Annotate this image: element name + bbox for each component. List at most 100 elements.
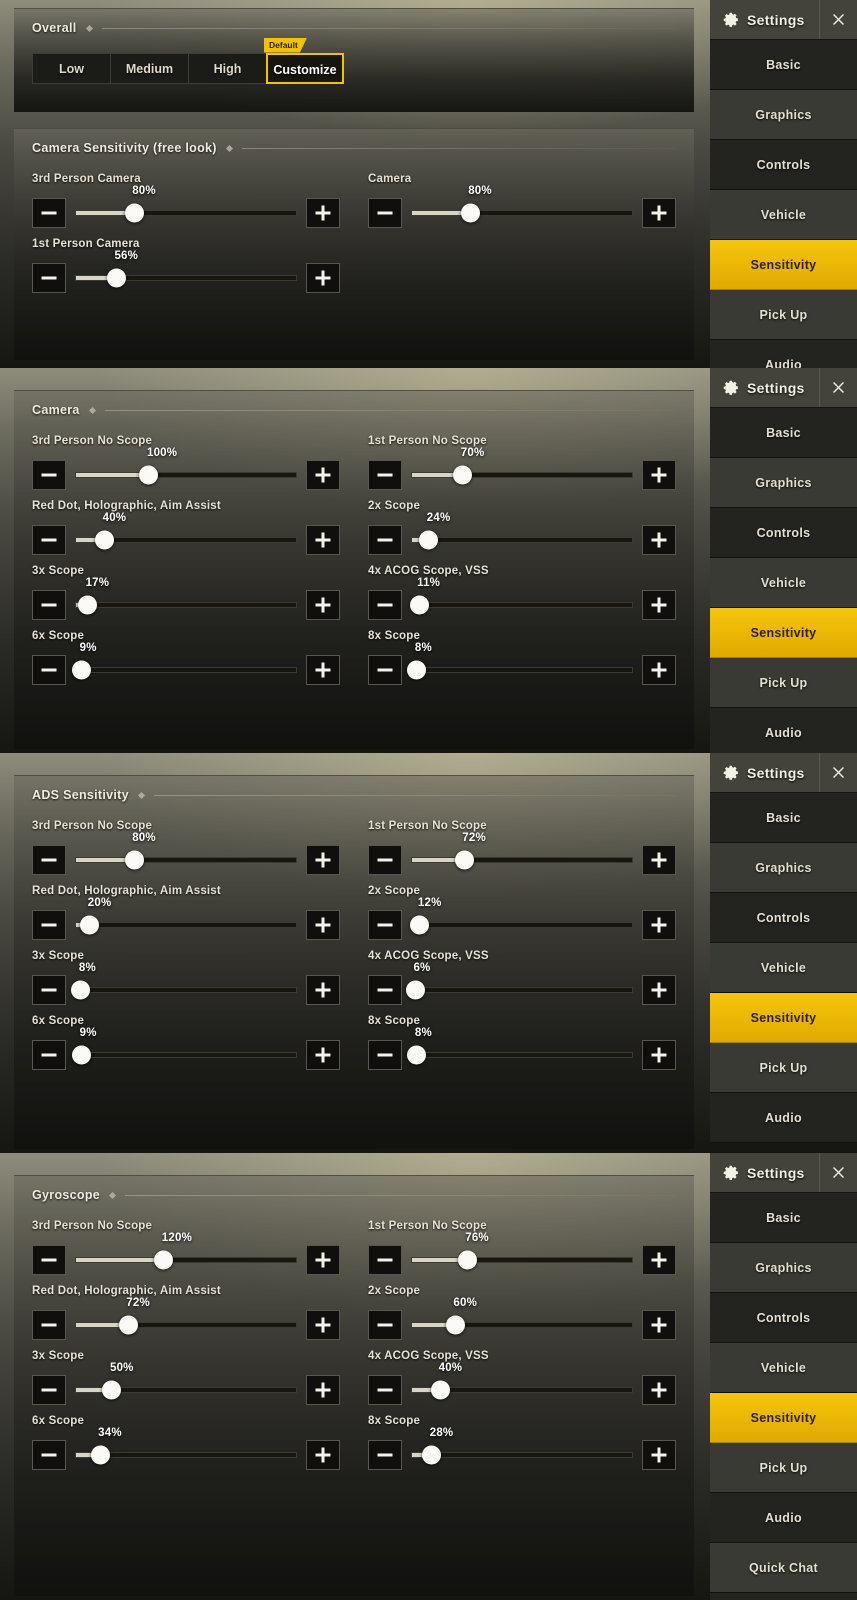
decrement-button[interactable]: [32, 460, 66, 490]
slider-track[interactable]: [411, 1322, 633, 1328]
slider[interactable]: 28%: [411, 1427, 633, 1470]
slider-thumb[interactable]: [124, 203, 144, 223]
slider[interactable]: 8%: [407, 642, 633, 685]
increment-button[interactable]: [306, 590, 340, 620]
decrement-button[interactable]: [368, 1040, 402, 1070]
slider[interactable]: 80%: [411, 185, 633, 228]
decrement-button[interactable]: [32, 1040, 66, 1070]
slider[interactable]: 80%: [75, 185, 297, 228]
sidebar-item-language[interactable]: Language: [710, 1593, 857, 1600]
slider-track[interactable]: [411, 602, 633, 608]
slider-thumb[interactable]: [453, 465, 473, 485]
slider-thumb[interactable]: [431, 1380, 451, 1400]
decrement-button[interactable]: [32, 1440, 66, 1470]
increment-button[interactable]: [306, 1040, 340, 1070]
slider-thumb[interactable]: [72, 1045, 92, 1065]
slider[interactable]: 100%: [75, 447, 297, 490]
preset-button-high[interactable]: High: [188, 53, 266, 84]
sidebar-item-controls[interactable]: Controls: [710, 140, 857, 190]
sidebar-item-controls[interactable]: Controls: [710, 508, 857, 558]
slider[interactable]: 20%: [75, 897, 297, 940]
slider[interactable]: 76%: [411, 1232, 633, 1275]
sidebar-item-basic[interactable]: Basic: [710, 793, 857, 843]
slider[interactable]: 72%: [75, 1297, 297, 1340]
decrement-button[interactable]: [32, 655, 66, 685]
slider-track[interactable]: [411, 857, 633, 863]
sidebar-item-graphics[interactable]: Graphics: [710, 458, 857, 508]
decrement-button[interactable]: [368, 1440, 402, 1470]
increment-button[interactable]: [642, 525, 676, 555]
slider-track[interactable]: [75, 857, 297, 863]
sidebar-item-pick-up[interactable]: Pick Up: [710, 1443, 857, 1493]
slider-thumb[interactable]: [419, 530, 439, 550]
slider-thumb[interactable]: [422, 1445, 442, 1465]
slider-track[interactable]: [411, 1452, 633, 1458]
sidebar-item-sensitivity[interactable]: Sensitivity: [710, 993, 857, 1043]
decrement-button[interactable]: [368, 975, 402, 1005]
sidebar-item-graphics[interactable]: Graphics: [710, 90, 857, 140]
close-button[interactable]: [819, 1153, 857, 1192]
decrement-button[interactable]: [368, 845, 402, 875]
increment-button[interactable]: [642, 198, 676, 228]
slider[interactable]: 40%: [75, 512, 297, 555]
slider-track[interactable]: [75, 210, 297, 216]
slider[interactable]: 120%: [75, 1232, 297, 1275]
sidebar-item-sensitivity[interactable]: Sensitivity: [710, 608, 857, 658]
slider[interactable]: 17%: [75, 577, 297, 620]
sidebar-item-vehicle[interactable]: Vehicle: [710, 943, 857, 993]
increment-button[interactable]: [306, 1245, 340, 1275]
slider-thumb[interactable]: [106, 268, 126, 288]
sidebar-item-basic[interactable]: Basic: [710, 1193, 857, 1243]
slider[interactable]: 12%: [410, 897, 633, 940]
slider-track[interactable]: [75, 472, 297, 478]
sidebar-item-audio[interactable]: Audio: [710, 708, 857, 753]
slider-thumb[interactable]: [457, 1250, 477, 1270]
slider-thumb[interactable]: [407, 1045, 427, 1065]
slider-track[interactable]: [75, 667, 297, 673]
decrement-button[interactable]: [32, 1310, 66, 1340]
slider[interactable]: 6%: [405, 962, 633, 1005]
slider-thumb[interactable]: [445, 1315, 465, 1335]
decrement-button[interactable]: [32, 590, 66, 620]
decrement-button[interactable]: [368, 1375, 402, 1405]
decrement-button[interactable]: [368, 198, 402, 228]
slider[interactable]: 24%: [411, 512, 633, 555]
sidebar-item-pick-up[interactable]: Pick Up: [710, 658, 857, 708]
sidebar-item-sensitivity[interactable]: Sensitivity: [710, 1393, 857, 1443]
slider-thumb[interactable]: [154, 1250, 174, 1270]
slider[interactable]: 60%: [411, 1297, 633, 1340]
slider-thumb[interactable]: [90, 1445, 110, 1465]
decrement-button[interactable]: [32, 1375, 66, 1405]
decrement-button[interactable]: [368, 1245, 402, 1275]
slider-track[interactable]: [411, 1052, 633, 1058]
slider-thumb[interactable]: [95, 530, 115, 550]
slider-track[interactable]: [411, 537, 633, 543]
increment-button[interactable]: [306, 1375, 340, 1405]
sidebar-item-graphics[interactable]: Graphics: [710, 843, 857, 893]
slider[interactable]: 9%: [72, 1027, 297, 1070]
sidebar-item-audio[interactable]: Audio: [710, 1093, 857, 1143]
decrement-button[interactable]: [368, 525, 402, 555]
decrement-button[interactable]: [368, 655, 402, 685]
slider-thumb[interactable]: [409, 595, 429, 615]
close-button[interactable]: [819, 368, 857, 407]
increment-button[interactable]: [642, 1040, 676, 1070]
sidebar-item-controls[interactable]: Controls: [710, 893, 857, 943]
sidebar-item-vehicle[interactable]: Vehicle: [710, 190, 857, 240]
increment-button[interactable]: [306, 910, 340, 940]
increment-button[interactable]: [642, 975, 676, 1005]
slider-thumb[interactable]: [454, 850, 474, 870]
slider-thumb[interactable]: [102, 1380, 122, 1400]
slider-thumb[interactable]: [460, 203, 480, 223]
sidebar-item-quick-chat[interactable]: Quick Chat: [710, 1543, 857, 1593]
close-button[interactable]: [819, 753, 857, 792]
slider[interactable]: 8%: [407, 1027, 633, 1070]
increment-button[interactable]: [306, 263, 340, 293]
sidebar-item-sensitivity[interactable]: Sensitivity: [710, 240, 857, 290]
close-button[interactable]: [819, 0, 857, 39]
sidebar-item-pick-up[interactable]: Pick Up: [710, 1043, 857, 1093]
slider-thumb[interactable]: [71, 980, 91, 1000]
decrement-button[interactable]: [368, 910, 402, 940]
slider-track[interactable]: [411, 667, 633, 673]
slider-track[interactable]: [75, 1257, 297, 1263]
